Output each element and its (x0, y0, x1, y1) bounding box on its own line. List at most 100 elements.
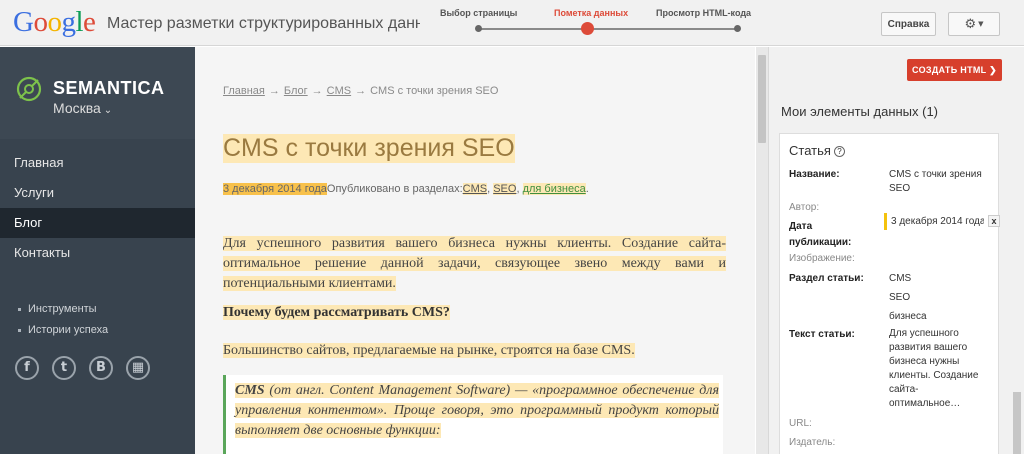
article-quote: CMS (от англ. Content Management Softwar… (223, 375, 723, 454)
help-circle-icon[interactable]: ? (833, 146, 845, 157)
field-label-publisher: Издатель: (789, 437, 836, 448)
meta-end: . (585, 183, 589, 195)
logo-letter: l (75, 6, 84, 38)
page-scrollbar[interactable] (756, 47, 768, 454)
tag-business[interactable]: для бизнеса (522, 183, 586, 195)
site-sidebar: SEMANTICA Москва ⌄ Главная Услуги Блог Ко… (0, 47, 195, 454)
apps-icon[interactable]: ▦ (126, 356, 150, 380)
site-nav: Главная Услуги Блог Контакты (0, 148, 195, 268)
breadcrumb-cms[interactable]: CMS (327, 85, 351, 97)
data-items-panel: СОЗДАТЬ HTML ❯ Мои элементы данных (1) С… (768, 47, 1024, 454)
steps-track (478, 28, 737, 30)
nav-item-home[interactable]: Главная (0, 148, 195, 178)
nav-item-contacts[interactable]: Контакты (0, 238, 195, 268)
app-title: Мастер разметки структурированных данных (107, 15, 420, 32)
breadcrumb-current: CMS с точки зрения SEO (370, 85, 499, 97)
wizard-steps: Выбор страницы Пометка данных Просмотр H… (440, 8, 770, 38)
article-paragraph[interactable]: Большинство сайтов, предлагаемые на рынк… (223, 341, 726, 361)
breadcrumb-blog[interactable]: Блог (284, 85, 308, 97)
field-label-name: Название: (789, 169, 840, 180)
nav-item-services[interactable]: Услуги (0, 178, 195, 208)
logo-letter: g (61, 6, 76, 38)
breadcrumb: Главная → Блог → CMS → CMS с точки зрения SEO (223, 85, 498, 97)
subnav-label: Инструменты (28, 303, 97, 315)
twitter-icon[interactable]: t (52, 356, 76, 380)
tag-separator: , (487, 183, 491, 195)
brand-name[interactable]: SEMANTICA (53, 78, 165, 99)
create-html-label: СОЗДАТЬ HTML (912, 64, 987, 75)
scrollbar-thumb[interactable] (758, 55, 766, 143)
article-meta: 3 декабря 2014 годаОпубликовано в раздел… (223, 183, 589, 195)
subnav-item-success-stories[interactable]: Истории успеха (18, 320, 108, 341)
field-value-section[interactable]: SEO (889, 291, 993, 305)
breadcrumb-arrow-icon: → (268, 85, 280, 97)
field-label-author: Автор: (789, 202, 820, 213)
step-dot-active[interactable] (581, 22, 594, 35)
data-item-card: Статья? Название: CMS с точки зрения SEO… (779, 133, 1000, 454)
nav-item-blog[interactable]: Блог (0, 208, 195, 238)
city-selector[interactable]: Москва ⌄ (53, 100, 112, 116)
field-label-section: Раздел статьи: (789, 273, 864, 284)
bullet-icon (18, 307, 21, 311)
bullet-icon (18, 328, 21, 332)
chevron-down-icon: ▼ (978, 20, 984, 28)
tag-seo[interactable]: SEO (493, 183, 517, 195)
quote-term: CMS (235, 383, 265, 398)
step-select-page[interactable]: Выбор страницы (440, 8, 517, 18)
chevron-down-icon: ⌄ (103, 105, 113, 116)
field-label-body: Текст статьи: (789, 329, 855, 340)
field-label-image: Изображение: (789, 253, 855, 264)
logo-letter: o (47, 6, 62, 38)
logo-letter: o (33, 6, 48, 38)
field-value-date[interactable]: 3 декабря 2014 года (884, 213, 984, 230)
quote-text[interactable]: CMS (от англ. Content Management Softwar… (235, 381, 719, 441)
google-logo[interactable]: Google (13, 5, 96, 39)
tag-cms[interactable]: CMS (462, 183, 488, 195)
subnav-label: Истории успеха (28, 324, 109, 336)
subheading-text: Почему будем рассматривать CMS? (223, 305, 450, 320)
step-dot[interactable] (734, 25, 741, 32)
breadcrumb-arrow-icon: → (311, 85, 323, 97)
breadcrumb-home[interactable]: Главная (223, 85, 265, 97)
quote-body: (от англ. Content Management Software) —… (235, 383, 719, 438)
facebook-icon[interactable]: f (15, 356, 39, 380)
published-in-label: Опубликовано в разделах: (326, 183, 463, 195)
subnav-item-tools[interactable]: Инструменты (18, 299, 108, 320)
city-label: Москва (53, 100, 101, 116)
panel-title: Мои элементы данных (1) (781, 104, 939, 119)
panel-scrollbar-thumb[interactable] (1013, 392, 1021, 454)
field-label-date: Дата публикации: (789, 221, 852, 248)
create-html-button[interactable]: СОЗДАТЬ HTML ❯ (907, 59, 1002, 81)
field-value-body[interactable]: Для успешного развития вашего бизнеса ну… (889, 327, 987, 411)
site-header: SEMANTICA Москва ⌄ (0, 47, 195, 139)
sub-nav: Инструменты Истории успеха (18, 299, 108, 341)
logo-letter: e (83, 6, 96, 38)
card-title-text: Статья (789, 143, 831, 158)
tag-separator: , (516, 183, 520, 195)
vk-icon[interactable]: B (89, 356, 113, 380)
article-date[interactable]: 3 декабря 2014 года (223, 183, 327, 195)
field-value-section[interactable]: бизнеса (889, 310, 993, 324)
article-content: Главная → Блог → CMS → CMS с точки зрения SEO … (195, 47, 755, 454)
paragraph-text: Для успешного развития вашего бизнеса ну… (223, 236, 726, 291)
gear-icon: ⚙ (964, 16, 977, 32)
semantica-logo-icon[interactable] (15, 75, 43, 103)
chevron-right-icon: ❯ (989, 64, 997, 75)
top-bar: Google Мастер разметки структурированных… (0, 0, 1024, 46)
card-title: Статья? (789, 143, 845, 158)
step-dot[interactable] (475, 25, 482, 32)
settings-button[interactable]: ⚙ ▼ (948, 12, 1000, 36)
article-paragraph[interactable]: Для успешного развития вашего бизнеса ну… (223, 234, 726, 294)
step-view-html[interactable]: Просмотр HTML-кода (656, 8, 751, 18)
field-label-url: URL: (789, 418, 812, 429)
article-title[interactable]: CMS с точки зрения SEO (223, 134, 515, 163)
field-value-section[interactable]: CMS (889, 272, 993, 286)
step-tag-data[interactable]: Пометка данных (554, 8, 628, 18)
breadcrumb-arrow-icon: → (355, 85, 367, 97)
field-value-name[interactable]: CMS с точки зрения SEO (889, 168, 993, 196)
logo-letter: G (13, 6, 34, 38)
article-subheading[interactable]: Почему будем рассматривать CMS? (223, 303, 726, 323)
help-button[interactable]: Справка (881, 12, 936, 36)
remove-value-button[interactable]: x (988, 215, 1000, 227)
paragraph-text: Большинство сайтов, предлагаемые на рынк… (223, 343, 635, 358)
